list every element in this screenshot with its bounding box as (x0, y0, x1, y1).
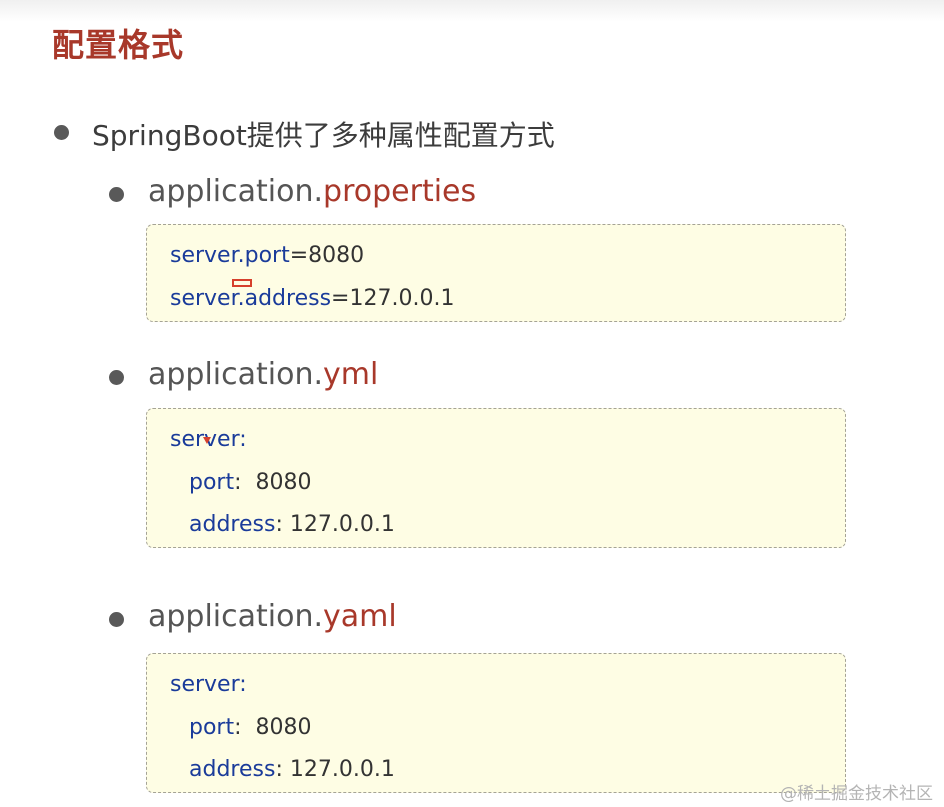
file-title-properties: application.properties (148, 174, 476, 209)
file-title-yml: application.yml (148, 357, 378, 392)
file-base: application. (148, 357, 324, 392)
text-cursor-box (232, 279, 252, 287)
code-key: address (189, 757, 276, 782)
code-separator: : (275, 757, 283, 782)
code-key: port (189, 470, 235, 495)
file-title-yaml: application.yaml (148, 599, 397, 634)
code-separator: : (234, 715, 242, 740)
code-line: server: (170, 672, 247, 697)
bullet-icon (109, 612, 124, 627)
code-separator: : (234, 470, 242, 495)
code-line: server.address=127.0.0.1 (170, 286, 454, 311)
page-title: 配置格式 (52, 26, 185, 64)
code-line: address: 127.0.0.1 (189, 512, 395, 537)
bullet-icon (54, 125, 69, 140)
file-ext: properties (323, 174, 477, 209)
code-separator: : (275, 512, 283, 537)
code-value: 8080 (308, 243, 365, 268)
code-value: 127.0.0.1 (282, 512, 395, 537)
file-base: application. (148, 599, 324, 634)
code-separator: = (289, 243, 309, 268)
top-shade (0, 0, 944, 22)
file-ext: yml (323, 357, 379, 392)
code-value: 8080 (241, 715, 312, 740)
code-line: port: 8080 (189, 470, 312, 495)
code-key: server.port (170, 243, 290, 268)
intro-text: SpringBoot提供了多种属性配置方式 (92, 119, 555, 152)
watermark: @稀土掘金技术社区 (780, 784, 933, 804)
bullet-icon (109, 370, 124, 385)
code-value: 127.0.0.1 (349, 286, 455, 311)
code-key: server.address (170, 286, 332, 311)
code-value: 127.0.0.1 (282, 757, 395, 782)
code-line: port: 8080 (189, 715, 312, 740)
bullet-icon (109, 187, 124, 202)
code-line: address: 127.0.0.1 (189, 757, 395, 782)
file-ext: yaml (323, 599, 397, 634)
code-value: 8080 (241, 470, 312, 495)
code-key: server: (170, 672, 247, 697)
file-base: application. (148, 174, 324, 209)
code-block-yml: server: port: 8080 address: 127.0.0.1 (146, 408, 846, 548)
code-line: server.port=8080 (170, 243, 364, 268)
code-block-yaml: server: port: 8080 address: 127.0.0.1 (146, 653, 846, 793)
pointer-mark-icon (203, 437, 211, 444)
code-key: address (189, 512, 276, 537)
code-key: port (189, 715, 235, 740)
code-separator: = (331, 286, 350, 311)
code-block-properties: server.port=8080 server.address=127.0.0.… (146, 224, 846, 322)
